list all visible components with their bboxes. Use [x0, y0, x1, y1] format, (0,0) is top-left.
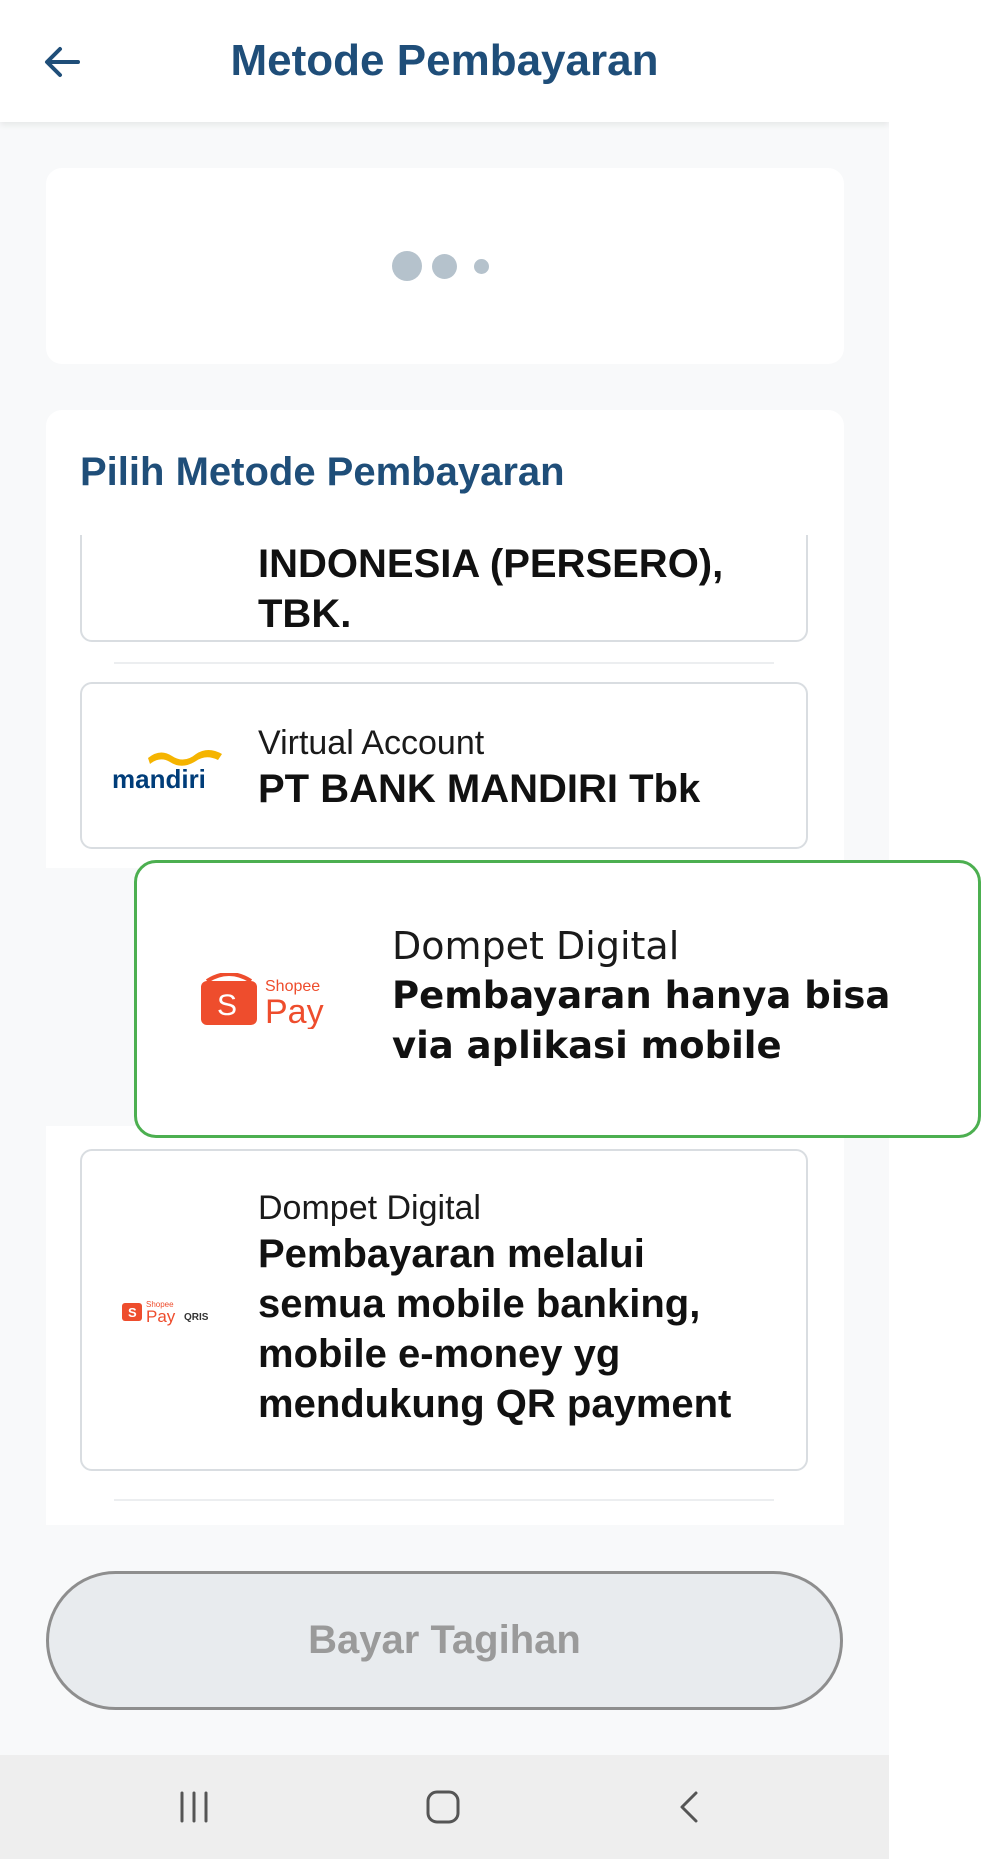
payment-option-name: PT BANK MANDIRI Tbk — [258, 767, 701, 811]
callout-text: Dompet Digital Pembayaran hanya bisa via… — [392, 921, 890, 1071]
section-title: Pilih Metode Pembayaran — [80, 450, 565, 494]
home-icon[interactable] — [421, 1785, 465, 1829]
page-title: Metode Pembayaran — [230, 36, 659, 85]
callout-category: Dompet Digital — [392, 924, 680, 968]
list-divider — [114, 1499, 774, 1501]
payment-option-text: Dompet Digital Pembayaran melalui semua … — [258, 1187, 731, 1429]
shopeepay-logo-pay: Pay — [265, 993, 324, 1029]
mandiri-logo-text: mandiri — [112, 764, 206, 794]
shopeepay-qris-icon: S Shopee Pay QRIS — [122, 1300, 209, 1326]
payment-option-name-line1: Pembayaran melalui — [258, 1232, 645, 1276]
payment-option-category: Virtual Account — [258, 724, 485, 762]
payment-option-name-line2: TBK. — [258, 592, 352, 636]
shopeepay-logo-s: S — [217, 989, 237, 1022]
callout-name-line1: Pembayaran hanya bisa — [392, 974, 891, 1017]
qris-label: QRIS — [184, 1312, 209, 1323]
payment-option-name-line4: mendukung QR payment — [258, 1382, 732, 1426]
payment-option-name-line3: mobile e-money yg — [258, 1332, 621, 1376]
payment-option-bri[interactable]: INDONESIA (PERSERO), TBK. — [80, 535, 808, 642]
payment-option-text: INDONESIA (PERSERO), TBK. — [258, 539, 723, 639]
recent-apps-icon[interactable] — [172, 1785, 216, 1829]
payment-option-name-line1: INDONESIA (PERSERO), — [258, 542, 724, 586]
shopeepay-qris-logo: S Shopee Pay QRIS — [122, 1295, 222, 1336]
loading-dot-1 — [392, 251, 422, 281]
mandiri-logo: mandiri — [110, 746, 230, 801]
loading-dot-3 — [474, 259, 489, 274]
payment-option-shopeepay-highlight[interactable]: S Shopee Pay Dompet Digital Pembayaran h… — [134, 860, 981, 1138]
loading-card — [46, 168, 844, 364]
payment-option-name-line2: semua mobile banking, — [258, 1282, 701, 1326]
loading-dot-2 — [432, 254, 457, 279]
list-divider — [114, 662, 774, 664]
mandiri-wave-icon: mandiri — [112, 750, 222, 794]
shopeepay-icon: S Shopee Pay — [201, 972, 324, 1031]
shopeepay-logo: S Shopee Pay — [201, 972, 335, 1034]
pay-bill-button[interactable]: Bayar Tagihan — [46, 1571, 843, 1710]
payment-option-category: Dompet Digital — [258, 1189, 481, 1227]
payment-option-mandiri[interactable]: mandiri Virtual Account PT BANK MANDIRI … — [80, 682, 808, 849]
payment-option-text: Virtual Account PT BANK MANDIRI Tbk — [258, 722, 700, 814]
system-nav-bar — [0, 1755, 889, 1859]
svg-text:S: S — [128, 1305, 137, 1320]
callout-name-line2: via aplikasi mobile — [392, 1024, 782, 1067]
shopeepay-qris-pay: Pay — [146, 1307, 176, 1326]
app-header: Metode Pembayaran — [0, 0, 889, 122]
chevron-left-icon[interactable] — [668, 1785, 712, 1829]
payment-option-shopeepay-qris[interactable]: S Shopee Pay QRIS Dompet Digital Pembaya… — [80, 1149, 808, 1471]
